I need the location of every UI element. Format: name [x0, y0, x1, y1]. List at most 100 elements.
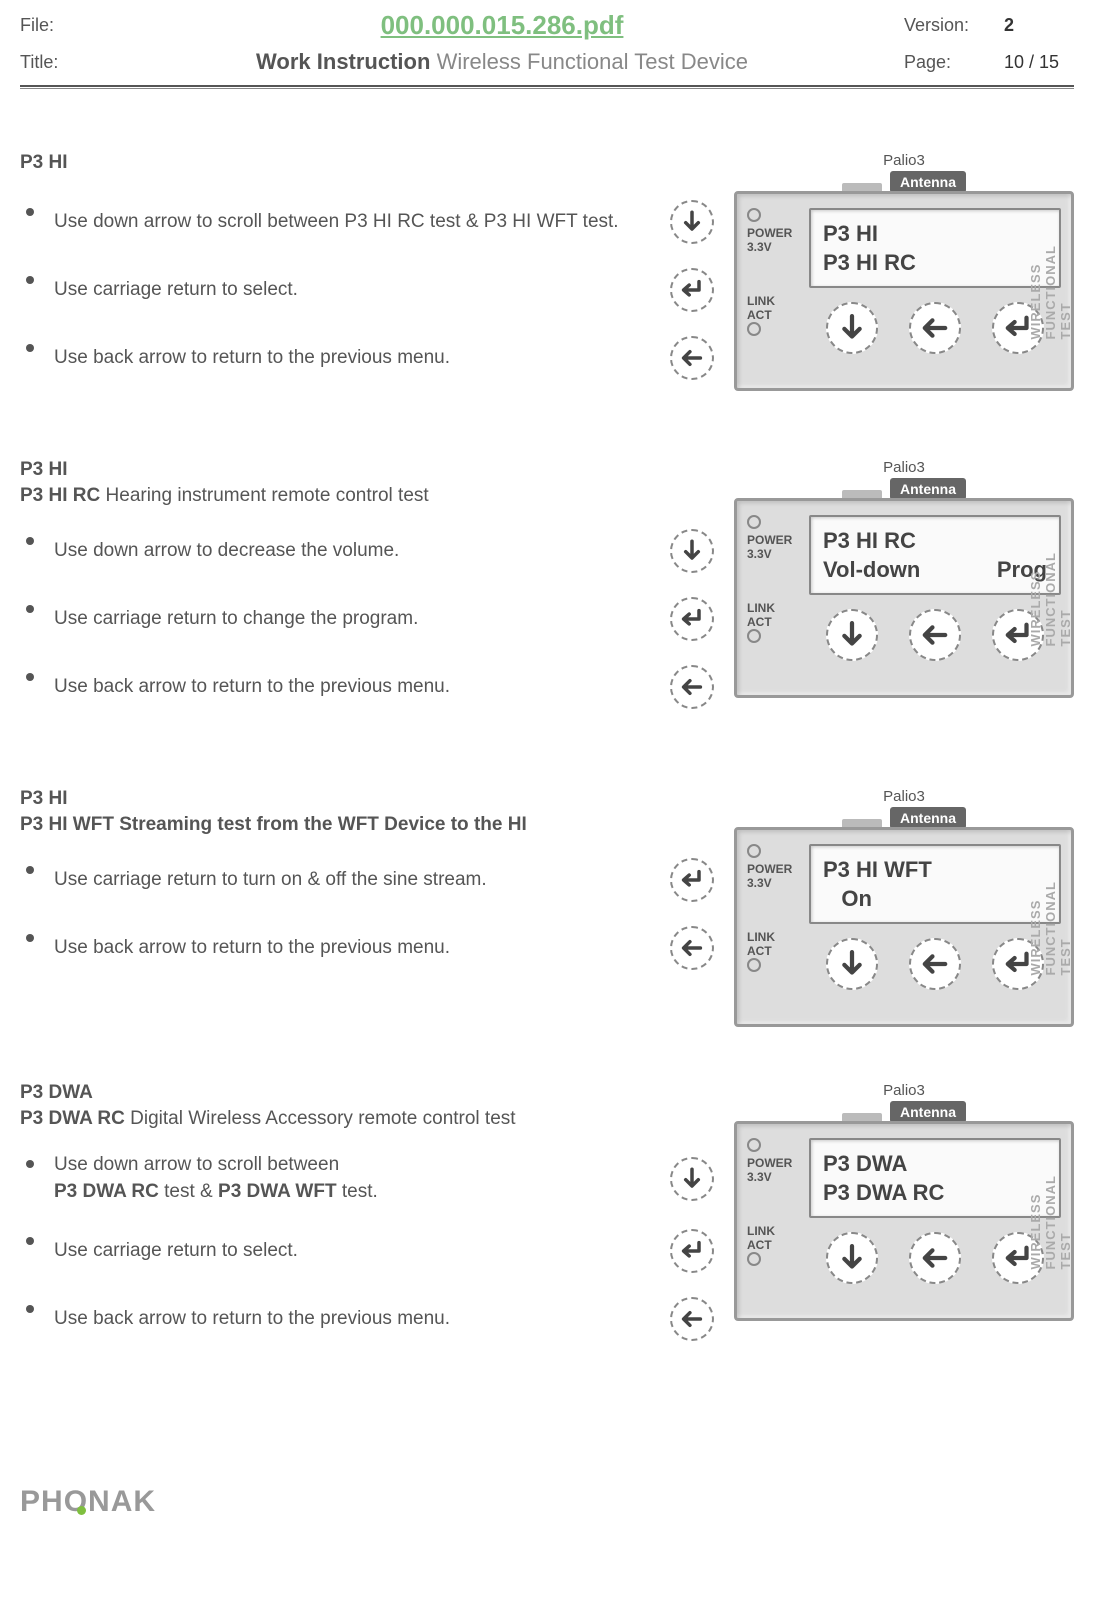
- down-arrow-icon: [826, 1232, 878, 1284]
- device-screen: P3 HI RC Vol-down Prog: [809, 515, 1061, 595]
- down-arrow-icon: [826, 302, 878, 354]
- bullet-item: Use back arrow to return to the previous…: [20, 926, 714, 970]
- down-arrow-icon: [670, 529, 714, 573]
- bullet-dot-icon: [26, 866, 34, 874]
- act-label: ACT: [747, 615, 809, 629]
- section-subtitle: P3 DWA RC Digital Wireless Accessory rem…: [20, 1108, 714, 1130]
- device-screen: P3 DWA P3 DWA RC: [809, 1138, 1061, 1218]
- bullet-dot-icon: [26, 1305, 34, 1313]
- return-arrow-icon: [670, 858, 714, 902]
- bullet-text: Use carriage return to select.: [54, 1238, 660, 1265]
- back-arrow-icon: [909, 609, 961, 661]
- device-buttons: [809, 1232, 1061, 1284]
- device-buttons: [809, 938, 1061, 990]
- back-arrow-icon: [909, 1232, 961, 1284]
- section-title: P3 HI: [20, 152, 714, 174]
- instruction-section: P3 HI P3 HI WFT Streaming test from the …: [20, 788, 1074, 1027]
- document-header: File: 000.000.015.286.pdf Version: 2 Tit…: [20, 0, 1074, 107]
- down-arrow-icon: [670, 200, 714, 244]
- section-subtitle: P3 HI WFT Streaming test from the WFT De…: [20, 814, 714, 836]
- bullet-dot-icon: [26, 344, 34, 352]
- antenna-label: Antenna: [890, 171, 966, 193]
- power-label: POWER: [747, 533, 809, 547]
- device-body: POWER 3.3V LINK ACT P3 HI P3 HI RC: [734, 191, 1074, 391]
- antenna: Antenna: [734, 478, 1074, 500]
- instruction-section: P3 HI P3 HI RC Hearing instrument remote…: [20, 459, 1074, 733]
- file-value: 000.000.015.286.pdf: [100, 10, 904, 41]
- bullet-text: Use back arrow to return to the previous…: [54, 345, 660, 372]
- device-body: POWER 3.3V LINK ACT P3 HI WFT On: [734, 827, 1074, 1027]
- bullet-text: Use down arrow to scroll between P3 HI R…: [54, 209, 660, 236]
- device-side-text: WIRELESS FUNCTIONAL TEST: [1028, 879, 1073, 976]
- power-led: [747, 844, 761, 858]
- back-arrow-icon: [670, 926, 714, 970]
- bullet-text: Use back arrow to return to the previous…: [54, 935, 660, 962]
- device-buttons: [809, 302, 1061, 354]
- instruction-section: P3 HI Use down arrow to scroll between P…: [20, 152, 1074, 404]
- power-voltage: 3.3V: [747, 876, 809, 890]
- header-divider: [20, 85, 1074, 89]
- screen-line-2-left: Vol-down: [823, 556, 920, 585]
- section-title: P3 HI: [20, 788, 714, 810]
- return-arrow-icon: [670, 597, 714, 641]
- power-voltage: 3.3V: [747, 547, 809, 561]
- bullet-dot-icon: [26, 673, 34, 681]
- device-illustration: Palio3 Antenna POWER 3.3V LINK ACT: [734, 1082, 1074, 1321]
- link-label: LINK: [747, 1224, 809, 1238]
- bullet-item: Use back arrow to return to the previous…: [20, 1297, 714, 1341]
- link-label: LINK: [747, 930, 809, 944]
- version-label: Version:: [904, 15, 1004, 36]
- bullet-text: Use carriage return to turn on & off the…: [54, 867, 660, 894]
- device-screen: P3 HI WFT On: [809, 844, 1061, 924]
- device-side-text: WIRELESS FUNCTIONAL TEST: [1028, 1173, 1073, 1270]
- bullet-text: Use down arrow to scroll betweenP3 DWA R…: [54, 1152, 660, 1205]
- bullet-item: Use down arrow to scroll between P3 HI R…: [20, 200, 714, 244]
- power-label: POWER: [747, 862, 809, 876]
- down-arrow-icon: [826, 938, 878, 990]
- bullet-dot-icon: [26, 1160, 34, 1168]
- back-arrow-icon: [909, 938, 961, 990]
- bullet-item: Use down arrow to decrease the volume.: [20, 529, 714, 573]
- link-label: LINK: [747, 294, 809, 308]
- power-led: [747, 1138, 761, 1152]
- act-label: ACT: [747, 1238, 809, 1252]
- bullet-dot-icon: [26, 537, 34, 545]
- device-screen: P3 HI P3 HI RC: [809, 208, 1061, 288]
- screen-line-1: P3 DWA: [823, 1150, 1047, 1179]
- bullet-dot-icon: [26, 605, 34, 613]
- screen-line-1: P3 HI RC: [823, 527, 1047, 556]
- link-led: [747, 1252, 761, 1266]
- screen-line-2-left: P3 DWA RC: [823, 1179, 944, 1208]
- bullet-item: Use carriage return to select.: [20, 1229, 714, 1273]
- device-body: POWER 3.3V LINK ACT P3 HI RC Vol-down Pr…: [734, 498, 1074, 698]
- device-illustration: Palio3 Antenna POWER 3.3V LINK ACT: [734, 459, 1074, 698]
- bullet-item: Use back arrow to return to the previous…: [20, 336, 714, 380]
- bullet-item: Use carriage return to change the progra…: [20, 597, 714, 641]
- bullet-dot-icon: [26, 276, 34, 284]
- power-label: POWER: [747, 226, 809, 240]
- bullet-item: Use carriage return to turn on & off the…: [20, 858, 714, 902]
- antenna: Antenna: [734, 1101, 1074, 1123]
- page-label: Page:: [904, 52, 1004, 73]
- down-arrow-icon: [826, 609, 878, 661]
- bullet-text: Use carriage return to change the progra…: [54, 606, 660, 633]
- bullet-text: Use back arrow to return to the previous…: [54, 674, 660, 701]
- link-led: [747, 958, 761, 972]
- bullet-item: Use back arrow to return to the previous…: [20, 665, 714, 709]
- content-sections: P3 HI Use down arrow to scroll between P…: [20, 152, 1074, 1365]
- title-label: Title:: [20, 52, 100, 73]
- bullet-text: Use down arrow to decrease the volume.: [54, 538, 660, 565]
- antenna: Antenna: [734, 171, 1074, 193]
- power-led: [747, 515, 761, 529]
- device-side-text: WIRELESS FUNCTIONAL TEST: [1028, 550, 1073, 647]
- bullet-text: Use back arrow to return to the previous…: [54, 1306, 660, 1333]
- bullet-item: Use down arrow to scroll betweenP3 DWA R…: [20, 1152, 714, 1205]
- device-top-label: Palio3: [734, 152, 1074, 169]
- page-value: 10 / 15: [1004, 52, 1074, 73]
- version-value: 2: [1004, 15, 1074, 36]
- instruction-section: P3 DWA P3 DWA RC Digital Wireless Access…: [20, 1082, 1074, 1365]
- power-voltage: 3.3V: [747, 1170, 809, 1184]
- return-arrow-icon: [670, 1229, 714, 1273]
- bullet-dot-icon: [26, 934, 34, 942]
- power-led: [747, 208, 761, 222]
